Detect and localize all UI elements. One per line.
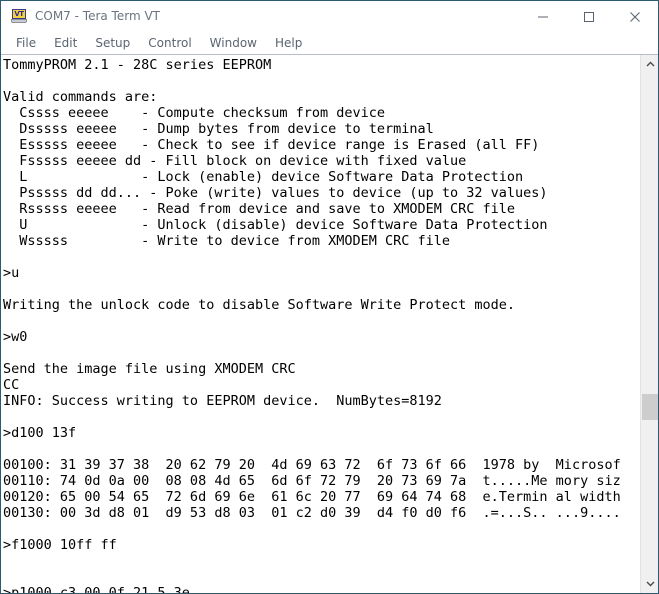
terminal-line: Writing the unlock code to disable Softw… xyxy=(3,297,516,313)
terminal-line: Psssss dd dd... - Poke (write) values to… xyxy=(3,185,548,201)
terminal-line: 00110: 74 0d 0a 00 08 08 4d 65 6d 6f 72 … xyxy=(3,473,621,489)
teraterm-window: VT COM7 - Tera Term VT File Edit Setup C… xyxy=(0,0,659,594)
terminal-line: >p1000 c3 00 0f 21 5 3e xyxy=(3,585,190,593)
menu-item-file[interactable]: File xyxy=(7,34,45,52)
icon-vt-label: VT xyxy=(14,9,24,18)
terminal-line: Valid commands are: xyxy=(3,89,158,105)
terminal-line: INFO: Success writing to EEPROM device. … xyxy=(3,393,442,409)
menu-item-window[interactable]: Window xyxy=(201,34,266,52)
teraterm-vt-icon: VT xyxy=(11,8,27,24)
terminal-line: 00100: 31 39 37 38 20 62 79 20 4d 69 63 … xyxy=(3,457,621,473)
terminal-line: CC xyxy=(3,377,20,393)
terminal-line: U - Unlock (disable) device Software Dat… xyxy=(3,217,548,233)
terminal-line: Send the image file using XMODEM CRC xyxy=(3,361,296,377)
chevron-down-icon xyxy=(646,581,654,587)
terminal-line: >f1000 10ff ff xyxy=(3,537,117,553)
minimize-button[interactable] xyxy=(520,1,566,32)
menu-item-help[interactable]: Help xyxy=(266,34,311,52)
terminal-line: 00130: 00 3d d8 01 d9 53 d8 03 01 c2 d0 … xyxy=(3,505,621,521)
terminal-line: Cssss eeeee - Compute checksum from devi… xyxy=(3,105,386,121)
menu-bar: File Edit Setup Control Window Help xyxy=(1,31,658,55)
menu-item-setup[interactable]: Setup xyxy=(86,34,139,52)
scroll-up-arrow[interactable] xyxy=(641,55,658,73)
vertical-scrollbar[interactable] xyxy=(640,55,658,593)
terminal-line: Rsssss eeeee - Read from device and save… xyxy=(3,201,516,217)
menu-item-edit[interactable]: Edit xyxy=(45,34,86,52)
terminal-line: >u xyxy=(3,265,20,281)
terminal-line: 00120: 65 00 54 65 72 6d 69 6e 61 6c 20 … xyxy=(3,489,621,505)
maximize-icon xyxy=(584,11,594,22)
icon-screen: VT xyxy=(12,9,26,19)
terminal-output[interactable]: TommyPROM 2.1 - 28C series EEPROM Valid … xyxy=(1,55,640,593)
scrollbar-thumb[interactable] xyxy=(642,394,658,420)
close-icon xyxy=(630,11,640,22)
terminal-line: >d100 13f xyxy=(3,425,77,441)
terminal-line: Dsssss eeeee - Dump bytes from device to… xyxy=(3,121,434,137)
window-controls xyxy=(520,1,658,32)
terminal-line: Esssss eeeee - Check to see if device ra… xyxy=(3,137,540,153)
terminal-line: TommyPROM 2.1 - 28C series EEPROM xyxy=(3,57,272,73)
minimize-icon xyxy=(538,16,548,17)
terminal-area: TommyPROM 2.1 - 28C series EEPROM Valid … xyxy=(1,55,658,593)
terminal-line: L - Lock (enable) device Software Data P… xyxy=(3,169,524,185)
maximize-button[interactable] xyxy=(566,1,612,32)
close-button[interactable] xyxy=(612,1,658,32)
chevron-up-icon xyxy=(646,61,654,67)
scroll-down-arrow[interactable] xyxy=(641,575,658,593)
title-bar: VT COM7 - Tera Term VT xyxy=(1,0,658,31)
icon-laptop-base xyxy=(11,19,27,23)
terminal-line: >w0 xyxy=(3,329,28,345)
terminal-line: Wsssss - Write to device from XMODEM CRC… xyxy=(3,233,451,249)
window-title: COM7 - Tera Term VT xyxy=(35,9,160,23)
menu-item-control[interactable]: Control xyxy=(139,34,200,52)
terminal-line: Fsssss eeeee dd - Fill block on device w… xyxy=(3,153,467,169)
